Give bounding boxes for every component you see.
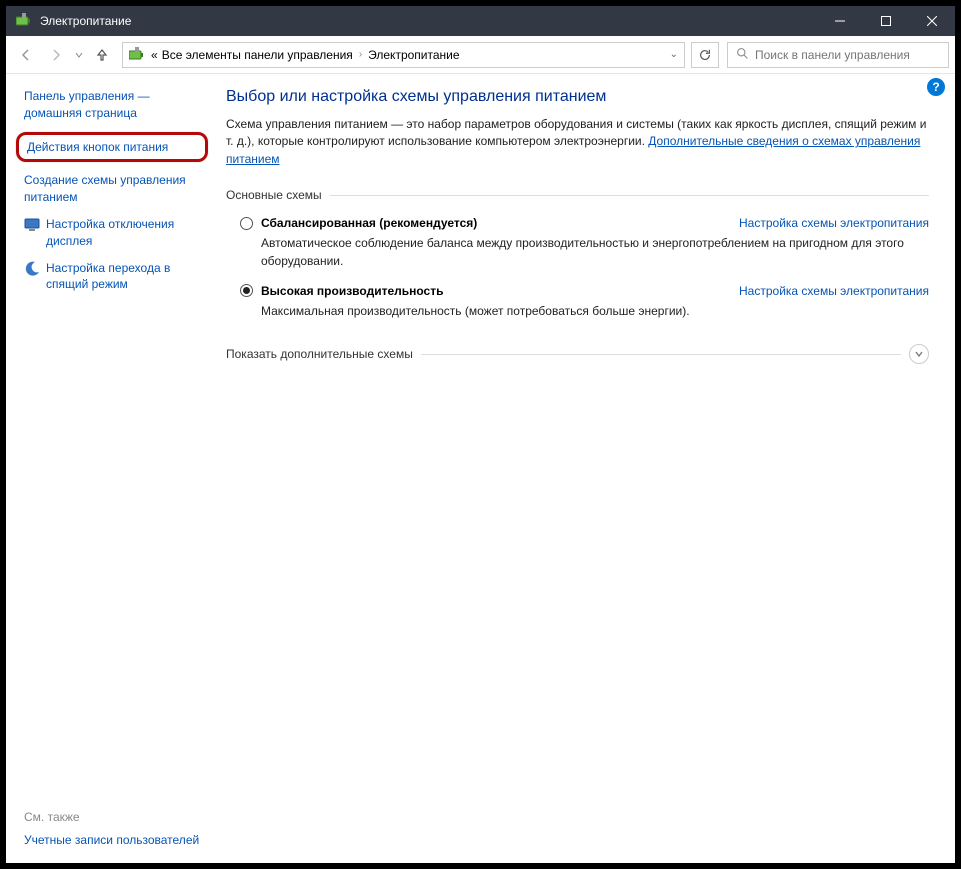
search-input[interactable] [755, 48, 940, 62]
plan-balanced: Сбалансированная (рекомендуется) Настрой… [240, 216, 929, 270]
plan-balanced-settings-link[interactable]: Настройка схемы электропитания [739, 216, 929, 230]
breadcrumb-current[interactable]: Электропитание [368, 48, 459, 62]
recent-dropdown[interactable] [72, 41, 86, 69]
sidebar-sleep-link[interactable]: Настройка перехода в спящий режим [24, 260, 206, 294]
sidebar-home-link[interactable]: Панель управления — домашняя страница [24, 88, 206, 122]
search-icon [736, 47, 749, 63]
plan-high: Высокая производительность Настройка схе… [240, 284, 929, 320]
up-button[interactable] [88, 41, 116, 69]
plan-high-settings-link[interactable]: Настройка схемы электропитания [739, 284, 929, 298]
sidebar-create-plan-link[interactable]: Создание схемы управления питанием [24, 172, 206, 206]
see-also: См. также Учетные записи пользователей [24, 810, 199, 849]
monitor-icon [24, 217, 40, 233]
navbar: « Все элементы панели управления › Элект… [6, 36, 955, 74]
window-title: Электропитание [40, 14, 817, 28]
minimize-button[interactable] [817, 6, 863, 36]
search-box[interactable] [727, 42, 949, 68]
chevron-down-icon[interactable]: ⌄ [670, 49, 678, 60]
section-extra-label: Показать дополнительные схемы [226, 347, 413, 361]
back-button[interactable] [12, 41, 40, 69]
refresh-button[interactable] [691, 42, 719, 68]
window: Электропитание « Все элементы [0, 0, 961, 869]
maximize-button[interactable] [863, 6, 909, 36]
titlebar: Электропитание [6, 6, 955, 36]
breadcrumb-parent[interactable]: Все элементы панели управления [162, 48, 353, 62]
plan-high-desc: Максимальная производительность (может п… [261, 303, 929, 320]
forward-button[interactable] [42, 41, 70, 69]
address-bar[interactable]: « Все элементы панели управления › Элект… [122, 42, 685, 68]
see-also-title: См. также [24, 810, 199, 824]
sidebar-display-off-link[interactable]: Настройка отключения дисплея [24, 216, 206, 250]
moon-icon [24, 261, 40, 277]
plan-balanced-name[interactable]: Сбалансированная (рекомендуется) [261, 216, 477, 230]
plan-balanced-desc: Автоматическое соблюдение баланса между … [261, 235, 929, 270]
close-button[interactable] [909, 6, 955, 36]
page-description: Схема управления питанием — это набор па… [226, 116, 929, 168]
radio-high[interactable] [240, 284, 253, 297]
help-icon[interactable]: ? [927, 78, 945, 96]
sidebar: Панель управления — домашняя страница Де… [6, 74, 216, 863]
page-heading: Выбор или настройка схемы управления пит… [226, 88, 929, 106]
chevron-right-icon: › [359, 49, 362, 60]
plan-high-name[interactable]: Высокая производительность [261, 284, 443, 298]
body: Панель управления — домашняя страница Де… [6, 74, 955, 863]
expand-button[interactable] [909, 344, 929, 364]
battery-icon [129, 47, 145, 63]
content: ? Выбор или настройка схемы управления п… [216, 74, 955, 863]
section-main-label: Основные схемы [226, 188, 322, 202]
see-also-accounts-link[interactable]: Учетные записи пользователей [24, 832, 199, 849]
section-extra-plans[interactable]: Показать дополнительные схемы [226, 344, 929, 364]
sidebar-power-buttons-link[interactable]: Действия кнопок питания [16, 132, 208, 163]
battery-icon [16, 13, 32, 29]
breadcrumb-prefix: « [151, 48, 158, 62]
section-main-plans: Основные схемы [226, 188, 929, 202]
radio-balanced[interactable] [240, 217, 253, 230]
